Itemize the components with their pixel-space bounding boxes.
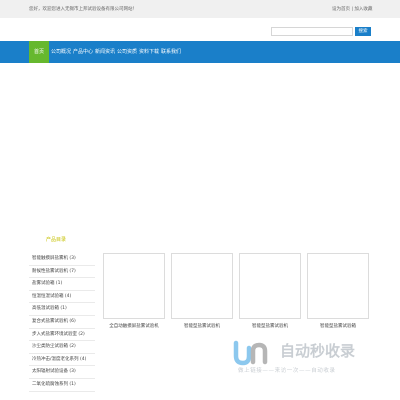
top-links: 设为首页 | 加入收藏: [332, 6, 372, 12]
watermark-logo-icon: [233, 340, 268, 366]
category-item[interactable]: 盐雾试验箱 (1): [29, 278, 95, 291]
search-input[interactable]: [271, 27, 353, 36]
category-item[interactable]: 冷热冲击/温度老化系列 (4): [29, 354, 95, 367]
nav-item-contact[interactable]: 联系我们: [161, 41, 181, 63]
nav-item-news[interactable]: 新闻资讯: [95, 41, 115, 63]
category-title: 产品目录: [46, 237, 67, 243]
product-image[interactable]: [307, 253, 369, 319]
nav-item-about[interactable]: 公司概况: [51, 41, 71, 63]
nav-item-qualifications[interactable]: 公司资质: [117, 41, 137, 63]
product-image[interactable]: [103, 253, 165, 319]
welcome-text: 您好，欢迎您进入无锡市上邦试验设备有限公司网站！: [29, 7, 137, 12]
link-separator: |: [351, 7, 353, 12]
category-item[interactable]: 沙尘类防尘试验箱 (2): [29, 341, 95, 354]
nav-item-downloads[interactable]: 资料下载: [139, 41, 159, 63]
product-name[interactable]: 智能型盐雾试验箱: [307, 323, 369, 329]
category-item[interactable]: 二氧化硫腐蚀系列 (1): [29, 379, 95, 392]
category-item[interactable]: 智能触摸屏盐雾机 (3): [29, 253, 95, 266]
category-item[interactable]: 高低温试验箱 (1): [29, 303, 95, 316]
product-image[interactable]: [171, 253, 233, 319]
banner-area: [0, 63, 400, 230]
product-name[interactable]: 智能型盐雾试验机: [171, 323, 233, 329]
top-bar: 您好，欢迎您进入无锡市上邦试验设备有限公司网站！ 设为首页 | 加入收藏: [0, 0, 400, 18]
set-home-link[interactable]: 设为首页: [332, 7, 350, 12]
nav-item-home[interactable]: 首页: [29, 41, 49, 63]
add-favorite-link[interactable]: 加入收藏: [354, 7, 372, 12]
search-button[interactable]: 搜索: [355, 27, 371, 36]
product-name[interactable]: 智能型盐雾试验机: [239, 323, 301, 329]
watermark-text: 自动秒收录: [280, 342, 356, 360]
product-name[interactable]: 全自动触摸屏盐雾试验机: [103, 323, 165, 329]
product-image[interactable]: [239, 253, 301, 319]
category-list: 智能触摸屏盐雾机 (3) 耐候性盐雾试验机 (7) 盐雾试验箱 (1) 恒温恒湿…: [29, 253, 95, 392]
category-item[interactable]: 太阳辐射试验设备 (3): [29, 366, 95, 379]
watermark-subtext: 做上链接——来访一次——自动收录: [238, 368, 336, 374]
main-nav: 首页 公司概况 产品中心 新闻资讯 公司资质 资料下载 联系我们: [0, 41, 400, 63]
category-item[interactable]: 恒温恒湿试验箱 (4): [29, 291, 95, 304]
category-item[interactable]: 复合式盐雾试验机 (6): [29, 316, 95, 329]
nav-item-products[interactable]: 产品中心: [73, 41, 93, 63]
category-item[interactable]: 耐候性盐雾试验机 (7): [29, 266, 95, 279]
category-item[interactable]: 步入式盐雾环境试验室 (2): [29, 329, 95, 342]
